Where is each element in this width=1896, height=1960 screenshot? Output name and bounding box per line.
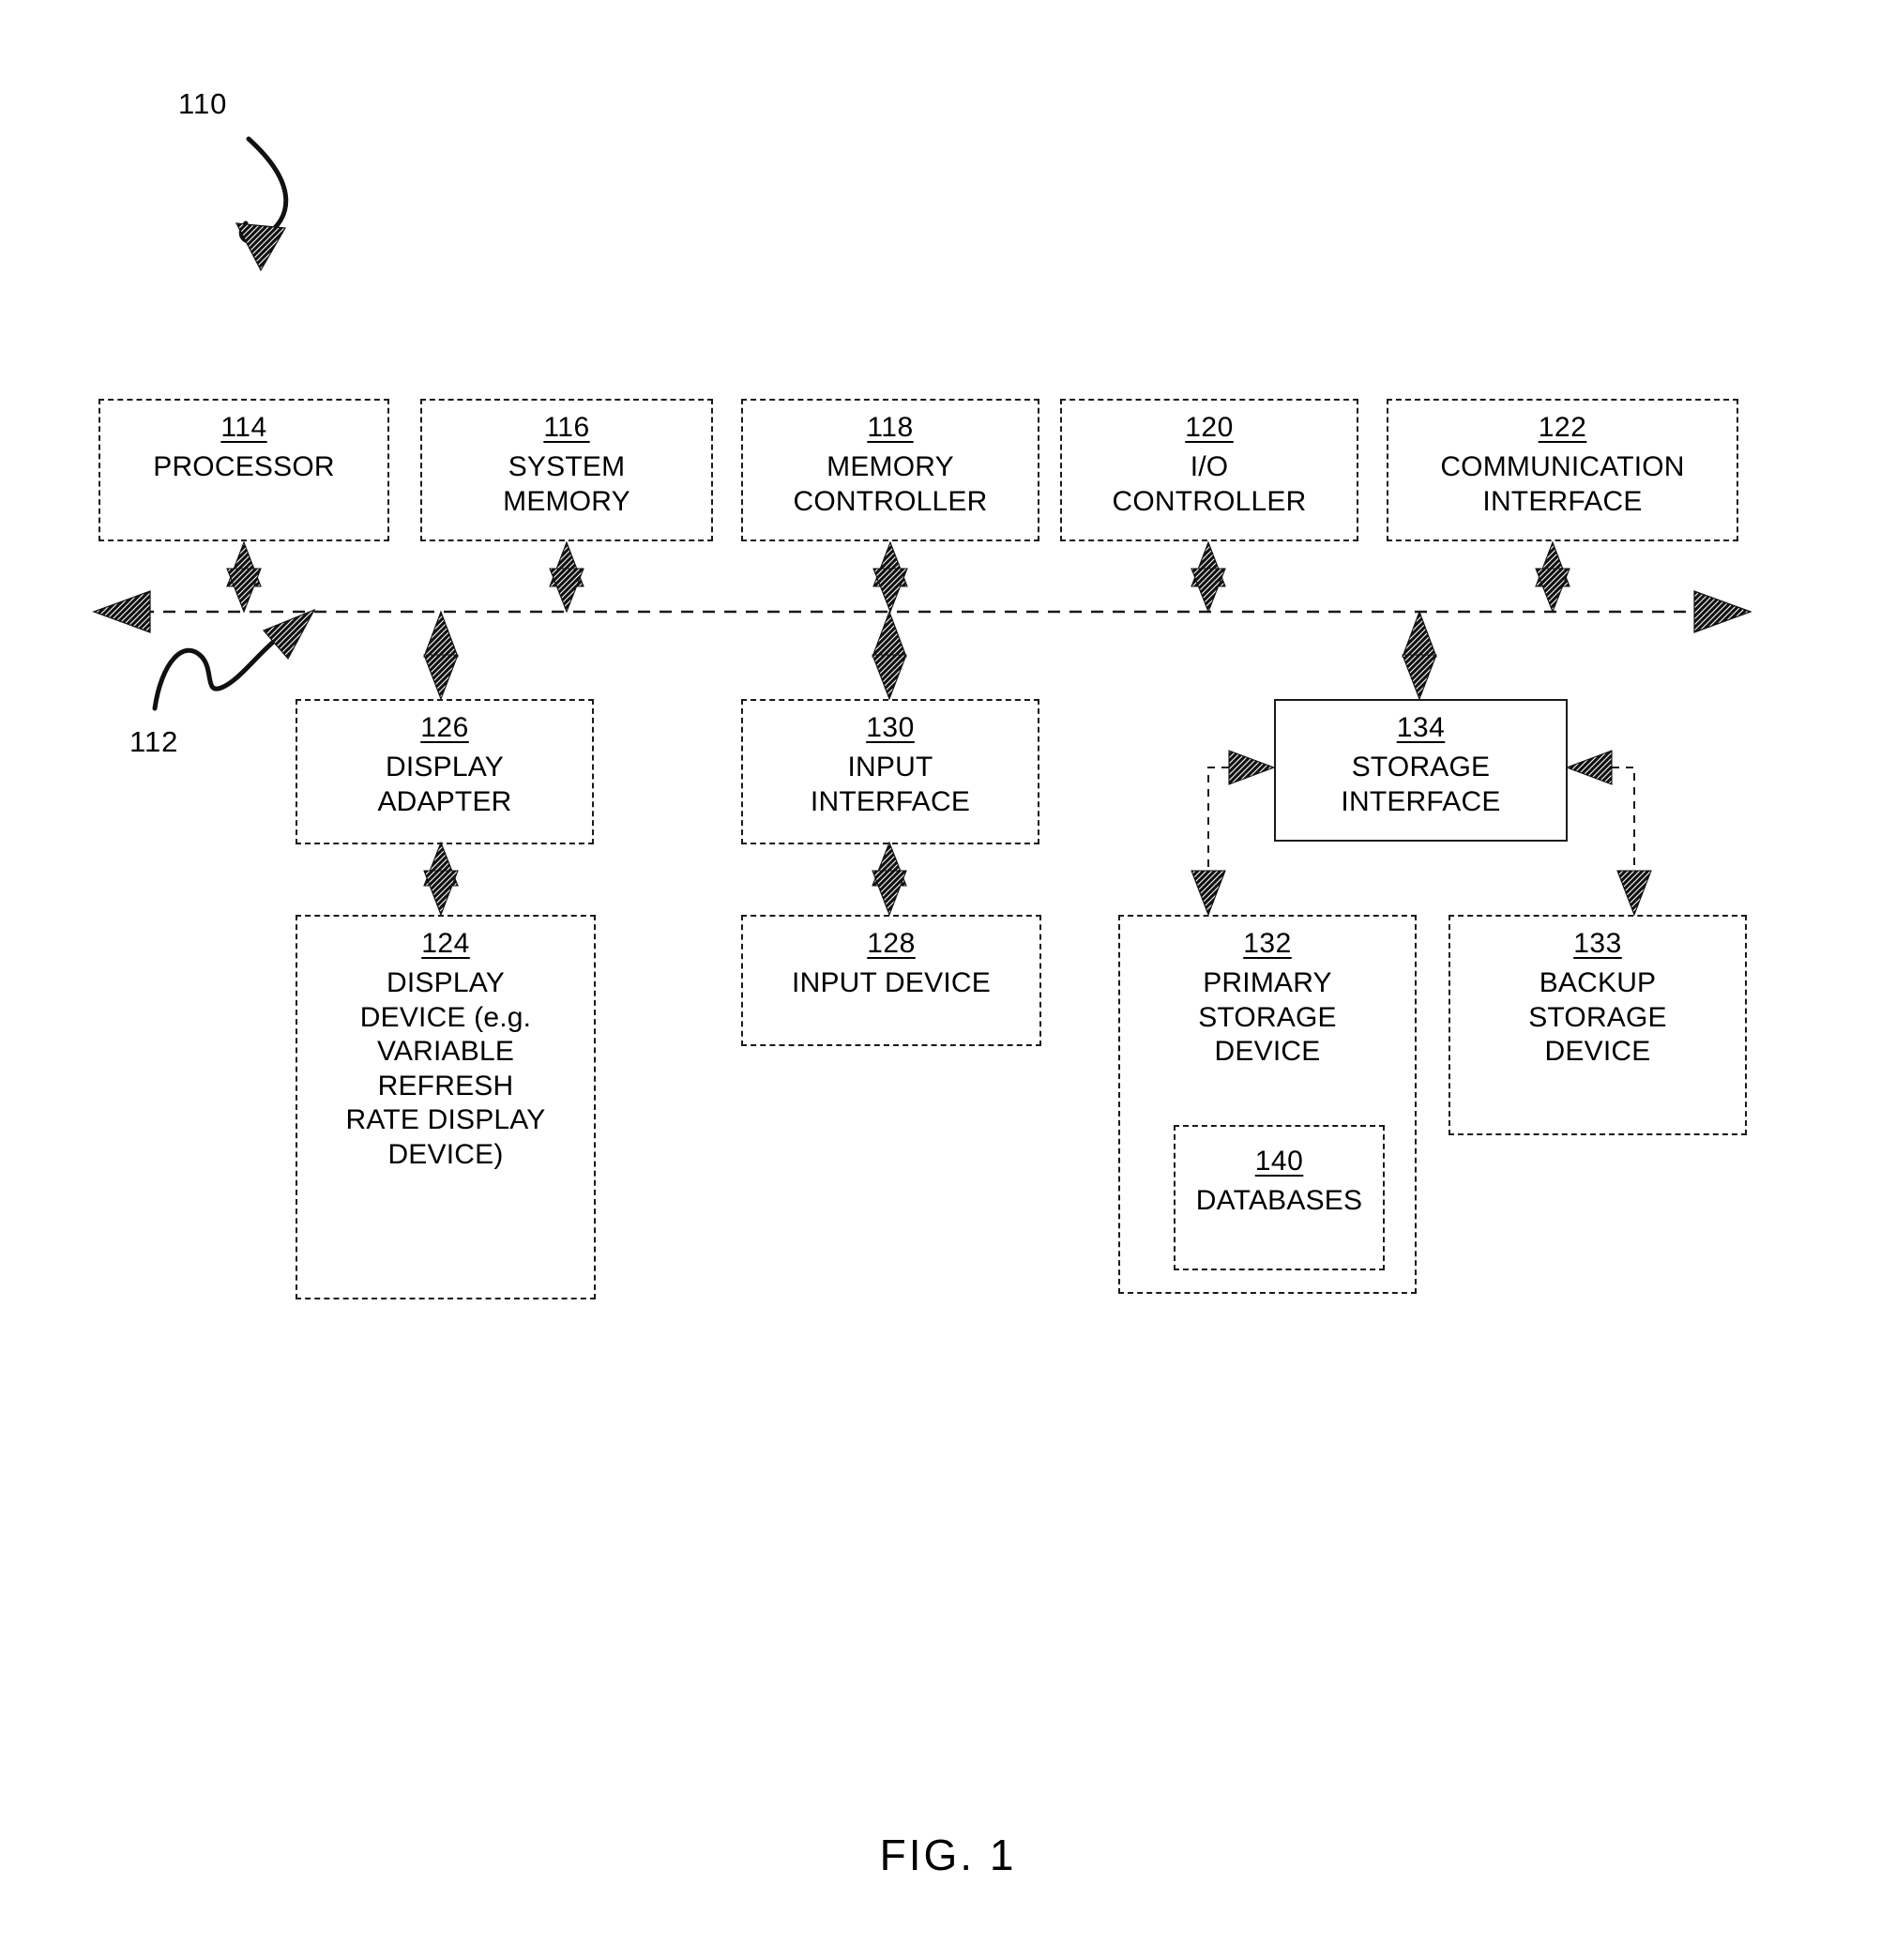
node-input-device[interactable]: 128 INPUT DEVICE — [741, 915, 1041, 1046]
node-ref-114: 114 — [220, 412, 267, 443]
figure-caption: FIG. 1 — [879, 1831, 1017, 1879]
node-ref-124: 124 — [421, 928, 470, 959]
bus-left-arrowhead — [92, 590, 151, 633]
node-ref-133: 133 — [1573, 928, 1622, 959]
bus-reference-112: 112 — [129, 725, 179, 758]
node-ref-128: 128 — [867, 928, 916, 959]
connector-memory-controller-bus — [872, 540, 908, 614]
connector-io-controller-bus — [1191, 540, 1226, 614]
patent-figure: 110 112 114 PROCESSOR 116 SYSTEM MEMORY … — [0, 0, 1896, 1960]
connector-storage-interface-primary-storage — [1191, 750, 1276, 917]
node-databases[interactable]: 140 DATABASES — [1174, 1125, 1385, 1270]
connector-storage-interface-backup-storage — [1565, 750, 1652, 917]
node-storage-interface[interactable]: 134 STORAGE INTERFACE — [1274, 699, 1568, 842]
connector-processor-bus — [226, 540, 262, 614]
node-label-display-adapter: DISPLAY ADAPTER — [377, 752, 512, 817]
node-label-io-controller: I/O CONTROLLER — [1112, 451, 1307, 517]
connector-input-interface-input-device — [872, 841, 907, 917]
node-label-communication-interface: COMMUNICATION INTERFACE — [1440, 451, 1685, 517]
node-label-memory-controller: MEMORY CONTROLLER — [793, 451, 988, 517]
leader-line-110 — [235, 136, 289, 272]
node-memory-controller[interactable]: 118 MEMORY CONTROLLER — [741, 399, 1039, 541]
node-processor[interactable]: 114 PROCESSOR — [99, 399, 389, 541]
node-ref-130: 130 — [866, 712, 915, 743]
system-reference-110: 110 — [178, 87, 228, 120]
node-label-input-interface: INPUT INTERFACE — [810, 752, 971, 817]
connector-display-adapter-display-device — [423, 841, 459, 917]
node-display-device[interactable]: 124 DISPLAY DEVICE (e.g. VARIABLE REFRES… — [296, 915, 596, 1299]
connector-bus-input-interface — [872, 610, 907, 701]
node-communication-interface[interactable]: 122 COMMUNICATION INTERFACE — [1387, 399, 1738, 541]
node-label-primary-storage-device: PRIMARY STORAGE DEVICE — [1198, 967, 1337, 1068]
node-label-databases: DATABASES — [1195, 1185, 1363, 1216]
node-backup-storage-device[interactable]: 133 BACKUP STORAGE DEVICE — [1449, 915, 1747, 1135]
node-ref-132: 132 — [1243, 928, 1292, 959]
node-ref-116: 116 — [543, 412, 590, 443]
leader-line-112 — [152, 608, 316, 711]
node-label-storage-interface: STORAGE INTERFACE — [1341, 752, 1501, 817]
connector-system-memory-bus — [549, 540, 584, 614]
node-ref-140: 140 — [1254, 1146, 1304, 1177]
connector-comm-interface-bus — [1535, 540, 1570, 614]
node-label-display-device: DISPLAY DEVICE (e.g. VARIABLE REFRESH RA… — [345, 967, 546, 1170]
node-label-backup-storage-device: BACKUP STORAGE DEVICE — [1528, 967, 1667, 1068]
node-ref-118: 118 — [867, 412, 914, 443]
node-display-adapter[interactable]: 126 DISPLAY ADAPTER — [296, 699, 594, 844]
node-label-input-device: INPUT DEVICE — [792, 967, 991, 998]
connector-bus-storage-interface — [1402, 610, 1437, 701]
node-ref-134: 134 — [1396, 712, 1446, 743]
node-primary-storage-device[interactable]: 132 PRIMARY STORAGE DEVICE 140 DATABASES — [1118, 915, 1417, 1294]
node-label-system-memory: SYSTEM MEMORY — [503, 451, 630, 517]
connector-bus-display-adapter — [423, 610, 459, 701]
node-system-memory[interactable]: 116 SYSTEM MEMORY — [420, 399, 713, 541]
system-bus-group — [92, 590, 1752, 633]
bus-right-arrowhead — [1693, 590, 1752, 633]
node-ref-122: 122 — [1538, 412, 1587, 443]
node-ref-126: 126 — [420, 712, 469, 743]
node-input-interface[interactable]: 130 INPUT INTERFACE — [741, 699, 1039, 844]
node-io-controller[interactable]: 120 I/O CONTROLLER — [1060, 399, 1358, 541]
node-ref-120: 120 — [1185, 412, 1234, 443]
node-label-processor: PROCESSOR — [153, 451, 335, 482]
